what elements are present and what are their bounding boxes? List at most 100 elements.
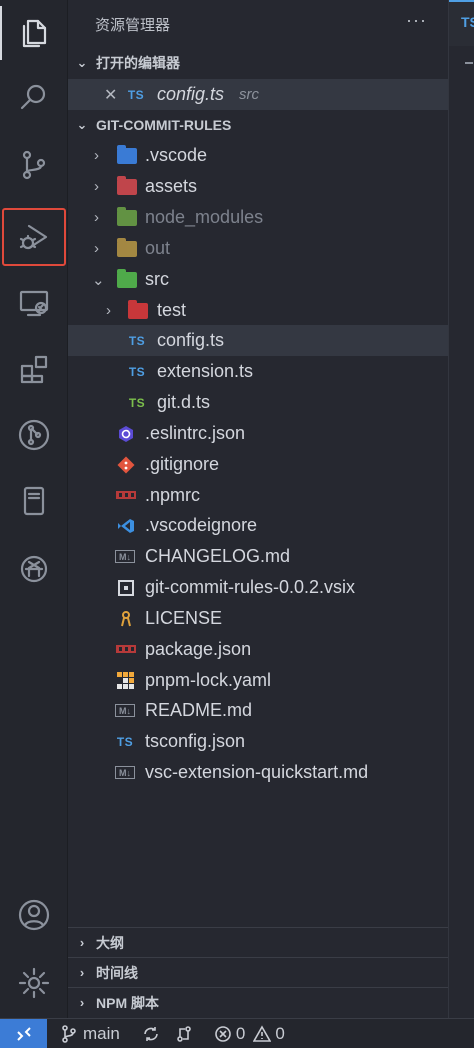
search-icon[interactable] (0, 66, 68, 128)
editor-area: TS (448, 0, 474, 1018)
outline-section-header[interactable]: › 大纲 (68, 927, 448, 957)
tree-label: README.md (145, 700, 253, 720)
pnpm-icon (116, 671, 136, 691)
editor-minimap-mark (465, 62, 473, 64)
more-actions-button[interactable]: ··· (406, 10, 427, 31)
extensions-icon[interactable] (0, 338, 68, 400)
source-control-icon[interactable] (0, 134, 68, 196)
tree-file[interactable]: TS config.ts (68, 325, 448, 356)
branch-name[interactable]: main (83, 1024, 120, 1044)
folder-icon (117, 206, 137, 228)
tree-folder[interactable]: › test (68, 295, 448, 326)
folder-icon (117, 175, 137, 197)
chevron-right-icon: › (94, 147, 99, 164)
tree-file[interactable]: .npmrc (68, 480, 448, 511)
tree-file[interactable]: TS git.d.ts (68, 387, 448, 418)
section-label: GIT-COMMIT-RULES (96, 117, 232, 133)
tree-file[interactable]: M↓ vsc-extension-quickstart.md (68, 757, 448, 788)
tree-folder[interactable]: › .vscode (68, 140, 448, 171)
tree-folder[interactable]: › out (68, 233, 448, 264)
vsix-icon (116, 578, 136, 598)
npm-icon (116, 486, 136, 506)
open-editors-header[interactable]: ⌄ 打开的编辑器 (68, 48, 448, 78)
openai-icon[interactable] (0, 538, 68, 600)
tsconfig-icon: TS (116, 734, 134, 749)
tree-label: .eslintrc.json (145, 423, 246, 443)
tree-folder[interactable]: › node_modules (68, 202, 448, 233)
error-icon[interactable] (214, 1025, 232, 1043)
tree-label: extension.ts (157, 361, 254, 381)
open-editor-name: config.ts (157, 84, 225, 104)
close-icon[interactable]: ✕ (104, 85, 117, 105)
tree-file[interactable]: .vscodeignore (68, 510, 448, 541)
tree-label: test (157, 300, 187, 320)
git-compare-icon[interactable] (176, 1025, 192, 1043)
tree-label: src (145, 269, 169, 289)
section-label: 时间线 (96, 964, 138, 981)
editor-tab[interactable]: TS (449, 0, 474, 46)
tree-label: LICENSE (145, 608, 223, 628)
chevron-right-icon: › (79, 935, 85, 950)
section-label: 打开的编辑器 (96, 55, 180, 71)
tree-file[interactable]: .eslintrc.json (68, 418, 448, 449)
branch-icon[interactable] (61, 1024, 77, 1043)
license-icon (116, 609, 136, 629)
remote-explorer-icon[interactable] (0, 272, 68, 334)
tree-file[interactable]: LICENSE (68, 603, 448, 634)
folder-icon (128, 299, 148, 321)
sidebar-title: 资源管理器 (95, 17, 171, 34)
tree-label: .npmrc (145, 485, 201, 505)
tree-file[interactable]: pnpm-lock.yaml (68, 665, 448, 696)
account-icon[interactable] (0, 884, 68, 946)
tree-label: node_modules (145, 207, 264, 227)
run-debug-icon[interactable] (0, 206, 68, 268)
status-bar: main 0 0 (0, 1018, 474, 1048)
chevron-right-icon: › (94, 240, 99, 257)
git-icon (116, 455, 136, 475)
remote-icon[interactable] (0, 1018, 47, 1048)
chevron-right-icon: › (79, 995, 85, 1010)
settings-gear-icon[interactable] (0, 952, 68, 1014)
chevron-right-icon: › (94, 178, 99, 195)
tree-file[interactable]: TS extension.ts (68, 356, 448, 387)
project-header[interactable]: ⌄ GIT-COMMIT-RULES (68, 110, 448, 140)
chevron-down-icon: ⌄ (92, 271, 105, 289)
notebook-icon[interactable] (0, 470, 68, 532)
folder-icon (117, 144, 137, 166)
tree-file[interactable]: git-commit-rules-0.0.2.vsix (68, 572, 448, 603)
timeline-section-header[interactable]: › 时间线 (68, 957, 448, 987)
tree-label: assets (145, 176, 198, 196)
typescript-icon: TS (128, 333, 146, 348)
tree-file[interactable]: .gitignore (68, 449, 448, 480)
open-editor-desc: src (239, 86, 259, 103)
explorer-icon[interactable] (0, 2, 68, 64)
tree-label: .gitignore (145, 454, 220, 474)
markdown-icon: M↓ (115, 766, 135, 779)
open-editor-item[interactable]: ✕ TS config.ts src (68, 79, 448, 110)
warning-count[interactable]: 0 (275, 1024, 284, 1044)
typescript-icon: TS (127, 87, 145, 102)
warning-icon[interactable] (253, 1024, 272, 1043)
folder-icon (117, 237, 137, 259)
npm-scripts-section-header[interactable]: › NPM 脚本 (68, 987, 448, 1017)
tree-label: tsconfig.json (145, 731, 246, 751)
tree-file[interactable]: TS tsconfig.json (68, 726, 448, 757)
typescript-definition-icon: TS (128, 395, 146, 410)
tree-file[interactable]: package.json (68, 634, 448, 665)
git-graph-icon[interactable] (0, 404, 68, 466)
tree-file[interactable]: M↓ README.md (68, 695, 448, 726)
npm-icon (116, 640, 136, 660)
section-label: NPM 脚本 (96, 994, 159, 1011)
chevron-right-icon: › (106, 302, 111, 319)
sync-icon[interactable] (142, 1025, 160, 1043)
tree-folder[interactable]: ⌄ src (68, 264, 448, 295)
chevron-down-icon: ⌄ (76, 117, 88, 132)
explorer-sidebar: 资源管理器 ··· ⌄ 打开的编辑器 ✕ TS config.ts src ⌄ … (68, 0, 448, 1018)
chevron-right-icon: › (94, 209, 99, 226)
tree-label: package.json (145, 639, 252, 659)
tree-file[interactable]: M↓ CHANGELOG.md (68, 541, 448, 572)
tree-label: git-commit-rules-0.0.2.vsix (145, 577, 356, 597)
error-count[interactable]: 0 (236, 1024, 245, 1044)
markdown-icon: M↓ (115, 704, 135, 717)
tree-folder[interactable]: › assets (68, 171, 448, 202)
